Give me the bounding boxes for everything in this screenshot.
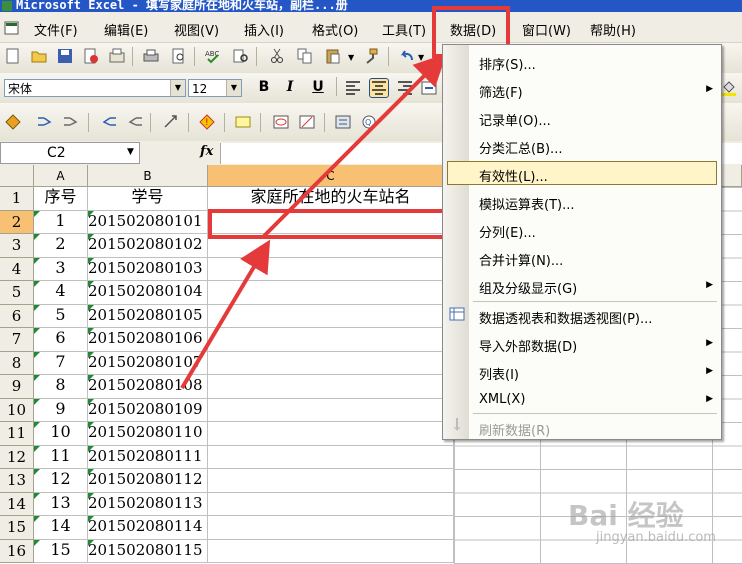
data-menu-dropdown: 排序(S)... 筛选(F) ▶ 记录单(O)... 分类汇总(B)... 有效性(L).… — [442, 44, 722, 440]
menu-item-form[interactable]: 记录单(O)... — [479, 110, 551, 129]
menu-item-group-outline[interactable]: 组及分级显示(G) — [479, 278, 577, 297]
submenu-arrow-icon: ▶ — [706, 280, 713, 290]
menu-item-refresh-data[interactable]: 刷新数据(R) — [479, 420, 550, 439]
submenu-arrow-icon: ▶ — [706, 366, 713, 376]
menu-item-pivot-table[interactable]: 数据透视表和数据透视图(P)... — [479, 308, 652, 327]
submenu-arrow-icon: ▶ — [706, 394, 713, 404]
menu-item-table[interactable]: 模拟运算表(T)... — [479, 194, 574, 213]
annotation-arrow-to-cell — [180, 239, 271, 390]
menu-icon-strip — [443, 45, 469, 439]
submenu-arrow-icon: ▶ — [706, 338, 713, 348]
menu-item-text-to-columns[interactable]: 分列(E)... — [479, 222, 536, 241]
menu-item-xml[interactable]: XML(X) — [479, 392, 525, 407]
menu-item-subtotals[interactable]: 分类汇总(B)... — [479, 138, 562, 157]
menu-item-import-data[interactable]: 导入外部数据(D) — [479, 336, 577, 355]
menu-item-sort[interactable]: 排序(S)... — [479, 54, 536, 73]
submenu-arrow-icon: ▶ — [706, 84, 713, 94]
menu-divider — [473, 413, 717, 414]
pivot-table-icon — [449, 307, 465, 321]
menu-divider — [473, 301, 717, 302]
menu-item-consolidate[interactable]: 合并计算(N)... — [479, 250, 563, 269]
refresh-data-icon — [453, 418, 461, 431]
menu-item-filter[interactable]: 筛选(F) — [479, 82, 523, 101]
watermark-url: jingyan.baidu.com — [596, 530, 716, 545]
menu-item-list[interactable]: 列表(I) — [479, 364, 519, 383]
watermark-logo: Bai 经验 — [568, 499, 684, 532]
menu-item-validation[interactable]: 有效性(L)... — [479, 166, 548, 185]
annotation-arrow-to-menu — [262, 53, 447, 238]
